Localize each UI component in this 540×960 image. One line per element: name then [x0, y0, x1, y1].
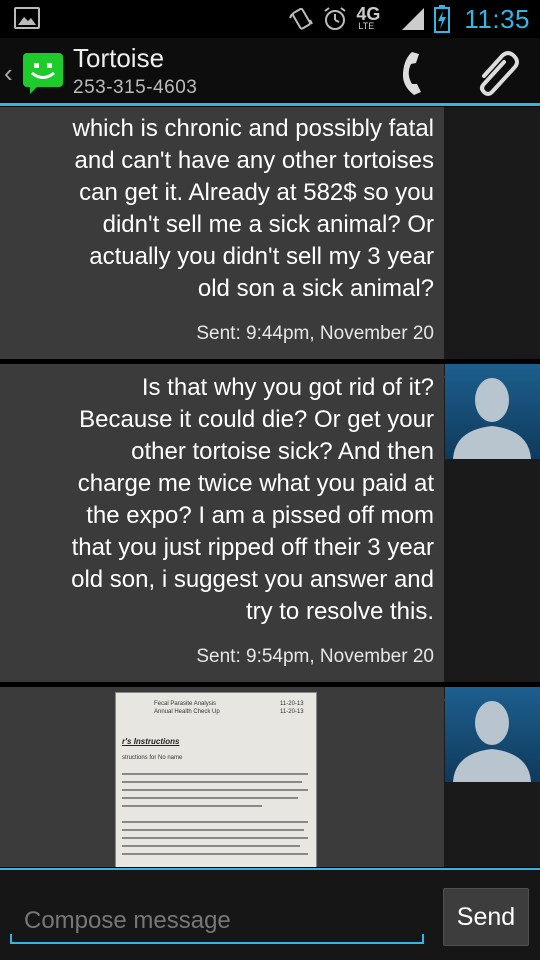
doc-text-line [122, 781, 302, 783]
doc-text-line [122, 797, 298, 799]
compose-message-input[interactable] [10, 900, 424, 944]
doc-header-right-1: 11-20-13 [280, 701, 304, 707]
message-line: actually you didn't sell my 3 year [89, 243, 434, 270]
message-line: old son a sick animal? [197, 275, 434, 302]
battery-charging-icon [434, 5, 451, 33]
doc-text-line [122, 837, 308, 839]
phone-icon[interactable] [390, 46, 440, 100]
doc-text-line [122, 853, 308, 855]
vibrate-icon [289, 7, 314, 30]
messaging-app-icon[interactable] [20, 50, 66, 96]
doc-text-line [122, 805, 262, 807]
compose-bar: Send [0, 868, 540, 960]
contact-number: 253-315-4603 [73, 77, 198, 98]
message-line: other tortoise sick? And then [131, 438, 434, 465]
contact-name: Tortoise [73, 43, 165, 73]
input-underline-corner [10, 934, 12, 944]
doc-text-line [122, 821, 308, 823]
avatar[interactable] [445, 364, 540, 459]
alarm-icon [324, 7, 346, 30]
gallery-icon [14, 7, 40, 29]
message-bubble-outgoing[interactable]: Fecal Parasite Analysis Annual Health Ch… [0, 687, 444, 867]
doc-header-right-2: 11-20-13 [280, 709, 304, 715]
back-chevron-icon[interactable]: ‹ [4, 58, 13, 89]
doc-text-line [122, 789, 308, 791]
message-line: that you just ripped off their 3 year [71, 534, 434, 561]
message-timestamp: Sent: 9:54pm, November 20 [196, 646, 434, 667]
doc-subheading: structions for No name [122, 755, 183, 761]
status-clock: 11:35 [464, 3, 530, 34]
action-bar: ‹ Tortoise 253-315-4603 [0, 38, 540, 106]
message-gutter [444, 107, 540, 359]
message-timestamp: Sent: 9:44pm, November 20 [196, 323, 434, 344]
status-bar: 4G LTE 11:35 [0, 0, 540, 38]
message-line: the expo? I am a pissed off mom [86, 502, 434, 529]
message-line: Because it could die? Or get your [79, 406, 434, 433]
paperclip-icon[interactable] [470, 46, 526, 100]
input-underline-corner [422, 934, 424, 944]
message-line: which is chronic and possibly fatal [72, 115, 434, 142]
message-bubble-outgoing[interactable]: Is that why you got rid of it? Because i… [0, 364, 444, 682]
message-line: and can't have any other tortoises [74, 147, 434, 174]
message-line: didn't sell me a sick animal? Or [102, 211, 434, 238]
doc-heading: r's Instructions [122, 737, 180, 746]
doc-header-left-2: Annual Health Check Up [154, 709, 220, 715]
message-line: can get it. Already at 582$ so you [79, 179, 434, 206]
doc-header-left-1: Fecal Parasite Analysis [154, 701, 217, 707]
doc-text-line [122, 829, 304, 831]
message-line: Is that why you got rid of it? [141, 374, 434, 401]
doc-text-line [122, 773, 308, 775]
message-line: charge me twice what you paid at [77, 470, 434, 497]
send-button[interactable]: Send [443, 888, 529, 946]
network-4g-lte-icon: 4G LTE [356, 4, 390, 34]
signal-icon [402, 8, 425, 30]
message-line: try to resolve this. [245, 598, 434, 625]
message-bubble-incoming[interactable]: which is chronic and possibly fatal and … [0, 107, 444, 359]
conversation-list[interactable]: which is chronic and possibly fatal and … [0, 107, 540, 867]
contact-silhouette-icon [453, 701, 531, 782]
contact-silhouette-icon [453, 378, 531, 459]
doc-text-line [122, 845, 300, 847]
network-sub-label: LTE [358, 21, 375, 31]
message-line: old son, i suggest you answer and [71, 566, 434, 593]
avatar[interactable] [445, 687, 540, 782]
attachment-image[interactable]: Fecal Parasite Analysis Annual Health Ch… [116, 693, 316, 867]
